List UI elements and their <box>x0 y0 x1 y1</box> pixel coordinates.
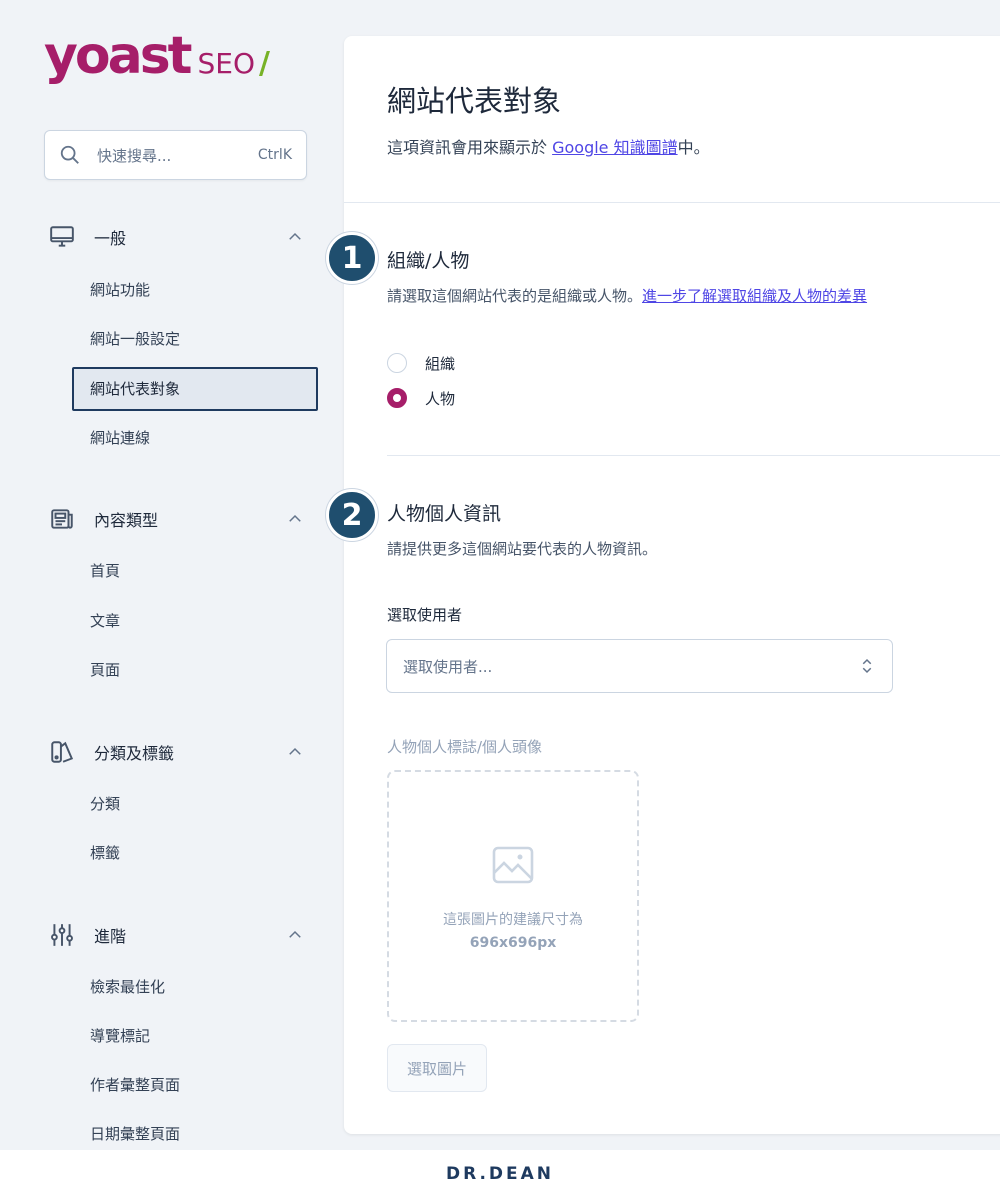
nav-item-site-connections[interactable]: 網站連線 <box>90 426 150 450</box>
section-org-person-desc: 請選取這個網站代表的是組織或人物。進一步了解選取組織及人物的差異 <box>387 285 867 306</box>
nav-group-content-types[interactable]: 內容類型 <box>48 504 308 534</box>
section-person-info-desc: 請提供更多這個網站要代表的人物資訊。 <box>387 540 658 558</box>
section-divider <box>387 455 1000 456</box>
nav-group-label: 內容類型 <box>94 511 159 530</box>
chevron-up-icon <box>289 514 301 522</box>
footer: DR.DEAN <box>0 1150 1000 1198</box>
select-image-button[interactable]: 選取圖片 <box>387 1044 487 1092</box>
image-size-value: 696x696px <box>469 935 557 951</box>
desktop-icon <box>48 223 76 251</box>
select-user-dropdown[interactable]: 選取使用者... <box>386 639 893 693</box>
yoast-seo-logo[interactable]: yoast SEO / <box>44 30 270 82</box>
nav-item-site-features[interactable]: 網站功能 <box>90 278 150 302</box>
nav-group-general[interactable]: 一般 <box>48 222 308 252</box>
radio-person[interactable]: 人物 <box>387 387 455 409</box>
dr-dean-watermark: DR.DEAN <box>445 1164 555 1184</box>
image-dropzone[interactable]: 這張圖片的建議尺寸為 696x696px <box>387 770 639 1022</box>
search-shortcut: CtrlK <box>257 147 292 163</box>
nav-item-pages[interactable]: 頁面 <box>90 658 120 682</box>
page-desc-suffix: 中。 <box>677 138 710 157</box>
step-badge-2: 2 <box>326 489 378 541</box>
chevron-up-icon <box>289 232 301 240</box>
quick-search-input[interactable]: 快速搜尋... CtrlK <box>44 130 307 180</box>
nav-item-categories[interactable]: 分類 <box>90 792 120 816</box>
page-desc-prefix: 這項資訊會用來顯示於 <box>387 138 553 157</box>
header-divider <box>344 202 1000 203</box>
chevron-up-icon <box>289 930 301 938</box>
logo-slash: / <box>259 46 271 81</box>
logo-seo-text: SEO <box>197 47 256 80</box>
nav-item-breadcrumbs[interactable]: 導覽標記 <box>90 1024 150 1048</box>
page-description: 這項資訊會用來顯示於 Google 知識圖譜中。 <box>387 134 710 158</box>
learn-more-link[interactable]: 進一步了解選取組織及人物的差異 <box>642 287 867 305</box>
nav-group-categories-tags[interactable]: 分類及標籤 <box>48 737 308 767</box>
nav-item-author-archives[interactable]: 作者彙整頁面 <box>90 1073 180 1097</box>
tag-icon <box>48 738 76 766</box>
radio-label: 人物 <box>425 389 456 408</box>
radio-button-checked[interactable] <box>387 388 407 408</box>
nav-item-homepage[interactable]: 首頁 <box>90 559 120 583</box>
nav-item-crawl-optimization[interactable]: 檢索最佳化 <box>90 975 165 999</box>
nav-item-site-basics[interactable]: 網站一般設定 <box>90 327 180 351</box>
google-knowledge-graph-link[interactable]: Google 知識圖譜 <box>552 138 678 157</box>
nav-item-site-representation[interactable]: 網站代表對象 <box>72 367 318 411</box>
step-badge-1: 1 <box>326 232 378 284</box>
radio-organization[interactable]: 組織 <box>387 352 455 374</box>
logo-yoast-text: yoast <box>44 26 193 86</box>
main-panel: 網站代表對象 這項資訊會用來顯示於 Google 知識圖譜中。 組織/人物 請選… <box>344 36 1000 1134</box>
section-org-person-desc-text: 請選取這個網站代表的是組織或人物。 <box>387 287 643 305</box>
select-user-label: 選取使用者 <box>387 606 463 624</box>
nav-item-tags[interactable]: 標籤 <box>90 841 120 865</box>
chevron-up-icon <box>289 747 301 755</box>
nav-item-date-archives[interactable]: 日期彙整頁面 <box>90 1122 180 1146</box>
sliders-icon <box>48 921 76 949</box>
section-person-info-title: 人物個人資訊 <box>387 503 502 525</box>
radio-button[interactable] <box>387 353 407 373</box>
nav-item-posts[interactable]: 文章 <box>90 609 120 633</box>
search-icon <box>60 145 79 164</box>
chevron-up-down-icon <box>862 658 872 674</box>
nav-group-advanced[interactable]: 進階 <box>48 920 308 950</box>
search-placeholder: 快速搜尋... <box>97 146 172 165</box>
nav-group-label: 一般 <box>94 229 127 248</box>
nav-group-label: 分類及標籤 <box>94 744 175 763</box>
sidebar: yoast SEO / 快速搜尋... CtrlK 一般 網站功能 網站一般設定… <box>0 0 330 1150</box>
page-title: 網站代表對象 <box>387 84 562 118</box>
section-org-person-title: 組織/人物 <box>387 250 470 272</box>
select-user-placeholder: 選取使用者... <box>403 657 493 676</box>
radio-label: 組織 <box>425 354 456 373</box>
nav-group-label: 進階 <box>94 927 127 946</box>
image-size-hint: 這張圖片的建議尺寸為 <box>443 912 583 928</box>
person-logo-label: 人物個人標誌/個人頭像 <box>387 738 543 756</box>
newspaper-icon <box>48 505 76 533</box>
image-placeholder-icon <box>492 846 534 884</box>
